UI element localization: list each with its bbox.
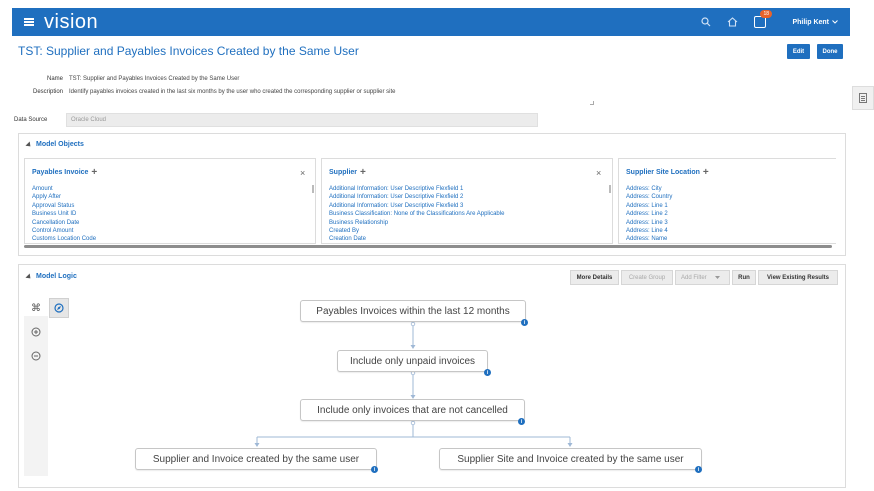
info-icon[interactable]: i <box>371 466 378 473</box>
logic-node[interactable]: Include only invoices that are not cance… <box>300 399 525 421</box>
info-icon[interactable]: i <box>518 418 525 425</box>
logic-node[interactable]: Supplier Site and Invoice created by the… <box>439 448 702 470</box>
logic-node[interactable]: Payables Invoices within the last 12 mon… <box>300 300 526 322</box>
info-icon[interactable]: i <box>484 369 491 376</box>
info-icon[interactable]: i <box>521 319 528 326</box>
logic-node[interactable]: Supplier and Invoice created by the same… <box>135 448 377 470</box>
logic-node[interactable]: Include only unpaid invoices <box>337 350 488 372</box>
info-icon[interactable]: i <box>695 466 702 473</box>
